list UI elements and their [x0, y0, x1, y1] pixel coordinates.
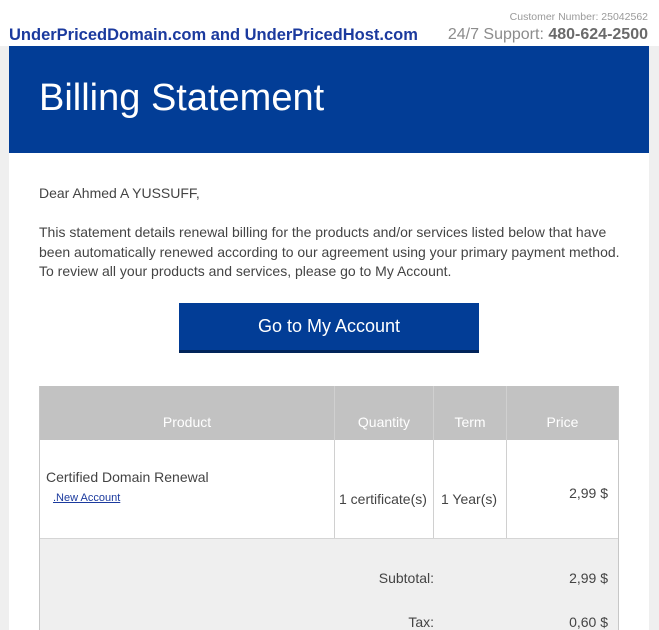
email-view: UnderPricedDomain.com and UnderPricedHos… [0, 0, 659, 630]
quantity-value: 1 certificate(s) [339, 491, 427, 507]
product-name: Certified Domain Renewal [46, 469, 209, 485]
support-line: 24/7 Support: 480-624-2500 [448, 26, 648, 44]
email-body: Dear Ahmed A YUSSUFF, This statement det… [9, 153, 649, 630]
customer-number: Customer Number: 25042562 [509, 11, 648, 23]
account-link[interactable]: .New Account [53, 492, 120, 504]
page-title: Billing Statement [39, 77, 325, 119]
billing-table: Product Quantity Term Price Certified Do… [39, 386, 619, 630]
table-header: Product Quantity Term Price [40, 386, 618, 440]
term-value: 1 Year(s) [441, 491, 498, 507]
greeting: Dear Ahmed A YUSSUFF, [39, 185, 200, 201]
tax-value: 0,60 $ [569, 614, 608, 630]
header-quantity: Quantity [357, 414, 411, 430]
brand-name: UnderPricedDomain.com and UnderPricedHos… [9, 26, 418, 44]
support-phone[interactable]: 480-624-2500 [548, 26, 648, 43]
go-to-my-account-button[interactable]: Go to My Account [179, 303, 479, 353]
intro-paragraph: This statement details renewal billing f… [39, 224, 620, 279]
column-divider [334, 386, 335, 538]
totals-section: Subtotal: 2,99 $ Tax: 0,60 $ [40, 538, 618, 630]
title-banner: Billing Statement [9, 46, 649, 153]
column-divider [506, 386, 507, 538]
header-price: Price [546, 414, 579, 430]
header-term: Term [454, 414, 486, 430]
support-label: 24/7 Support: [447, 26, 544, 43]
subtotal-value: 2,99 $ [569, 570, 608, 586]
column-divider [433, 386, 434, 538]
table-row: Certified Domain Renewal .New Account 1 … [40, 440, 618, 538]
price-value: 2,99 $ [569, 485, 608, 501]
subtotal-label: Subtotal: [378, 570, 434, 586]
header-product: Product [162, 414, 212, 430]
tax-label: Tax: [408, 614, 434, 630]
top-bar: UnderPricedDomain.com and UnderPricedHos… [0, 0, 659, 46]
